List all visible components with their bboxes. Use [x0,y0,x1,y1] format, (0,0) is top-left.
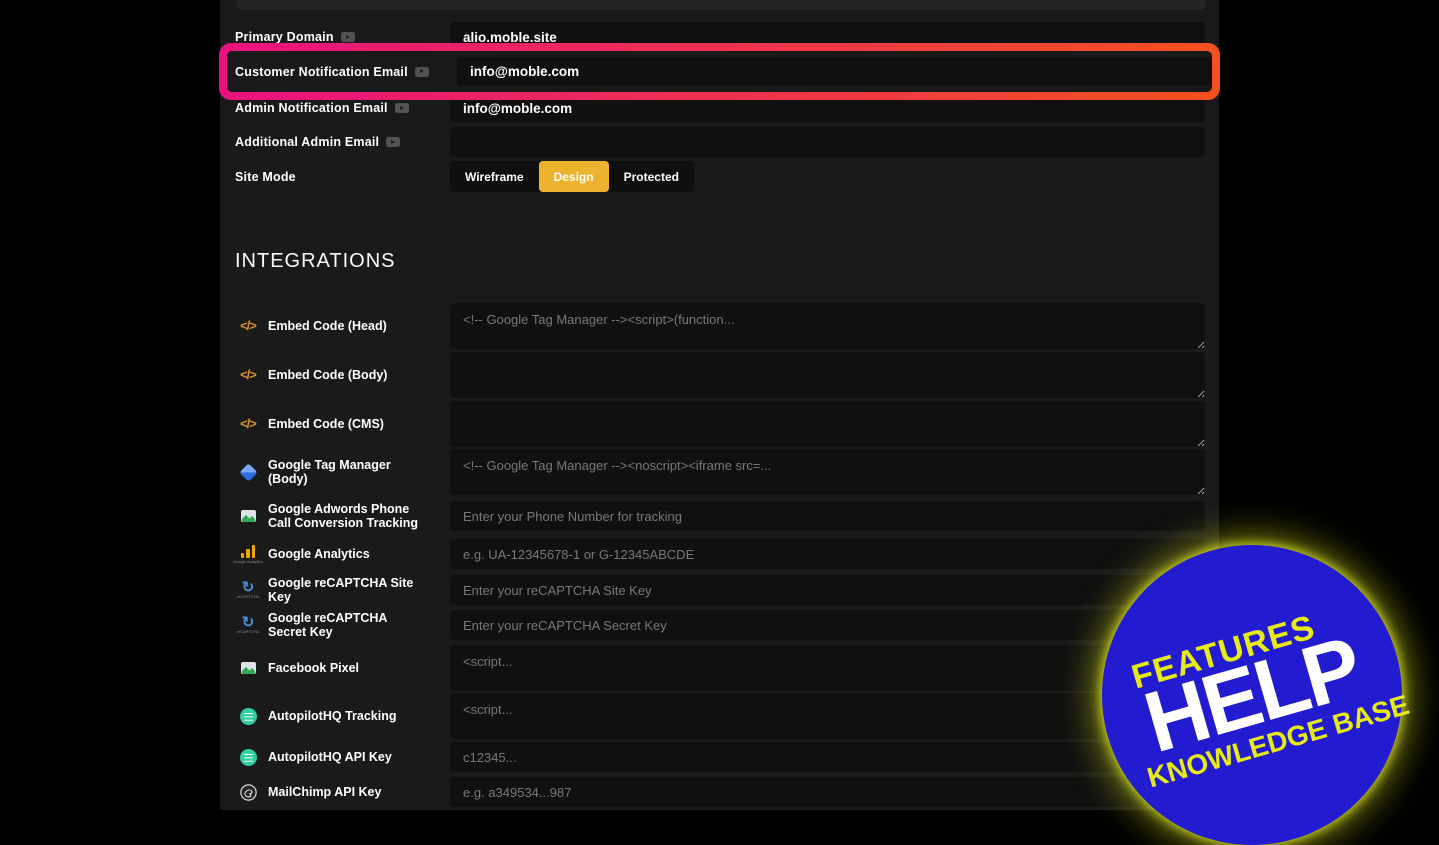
autopilot-icon [240,749,257,766]
additional-admin-email-label: Additional Admin Email [235,135,379,149]
video-help-icon[interactable] [386,137,400,147]
additional-admin-email-input[interactable] [450,127,1205,157]
autopilot-api-key-row: AutopilotHQ API Key [220,742,1205,772]
code-icon [240,366,256,384]
facebook-pixel-textarea[interactable] [450,645,1205,691]
facebook-pixel-row: Facebook Pixel [220,645,1205,691]
site-mode-option-wireframe[interactable]: Wireframe [450,161,539,192]
embed-body-row: Embed Code (Body) [220,352,1205,398]
top-partial-field-row [237,0,1222,10]
autopilot-tracking-textarea[interactable] [450,693,1205,739]
settings-panel: Primary Domain Customer Notification Ema… [220,0,1219,810]
recaptcha-site-key-row: ↻ reCAPTCHA Google reCAPTCHA Site Key [220,575,1205,605]
help-knowledge-base-badge[interactable]: FEATURES HELP KNOWLEDGE BASE [1102,545,1402,845]
video-help-icon[interactable] [395,103,409,113]
site-mode-option-protected[interactable]: Protected [609,161,694,192]
code-icon [240,317,256,335]
gtm-body-textarea[interactable] [450,449,1205,495]
top-partial-input[interactable] [237,0,1205,10]
autopilot-api-key-input[interactable] [450,742,1205,772]
site-mode-segmented-control: Wireframe Design Protected [450,161,694,192]
code-icon [240,415,256,433]
facebook-pixel-icon [241,662,256,674]
site-mode-row: Site Mode Wireframe Design Protected [220,161,1205,192]
embed-cms-textarea[interactable] [450,401,1205,447]
customer-email-highlight-frame: Customer Notification Email [219,43,1220,100]
embed-head-textarea[interactable] [450,303,1205,349]
video-help-icon[interactable] [341,32,355,42]
gtm-body-row: Google Tag Manager (Body) [220,449,1205,495]
mailchimp-api-key-row: MailChimp API Key [220,777,1205,807]
recaptcha-icon: ↻ [242,617,255,628]
google-analytics-row: Google Analytics Google Analytics [220,539,1205,569]
recaptcha-secret-key-row: ↻ reCAPTCHA Google reCAPTCHA Secret Key [220,610,1205,640]
google-analytics-input[interactable] [450,539,1205,569]
autopilot-tracking-row: AutopilotHQ Tracking [220,693,1205,739]
adwords-tracking-row: Google Adwords Phone Call Conversion Tra… [220,501,1205,531]
adwords-tracking-input[interactable] [450,501,1205,531]
mailchimp-api-key-input[interactable] [450,777,1205,807]
autopilot-icon [240,708,257,725]
video-help-icon[interactable] [415,67,429,77]
embed-body-textarea[interactable] [450,352,1205,398]
integrations-heading: INTEGRATIONS [235,250,396,273]
embed-cms-row: Embed Code (CMS) [220,401,1205,447]
recaptcha-icon: ↻ [242,582,255,593]
recaptcha-site-key-input[interactable] [450,575,1205,605]
recaptcha-secret-key-input[interactable] [450,610,1205,640]
primary-domain-label: Primary Domain [235,30,334,44]
google-analytics-icon [241,545,256,558]
admin-email-label: Admin Notification Email [235,101,388,115]
additional-admin-email-row: Additional Admin Email [220,127,1205,157]
embed-head-row: Embed Code (Head) [220,303,1205,349]
site-mode-label: Site Mode [235,170,296,184]
customer-email-input[interactable] [457,57,1212,86]
site-mode-option-design[interactable]: Design [539,161,609,192]
google-adwords-icon [241,510,256,522]
mailchimp-icon [240,784,257,801]
google-tag-manager-icon [239,463,257,481]
customer-email-label: Customer Notification Email [235,65,408,79]
